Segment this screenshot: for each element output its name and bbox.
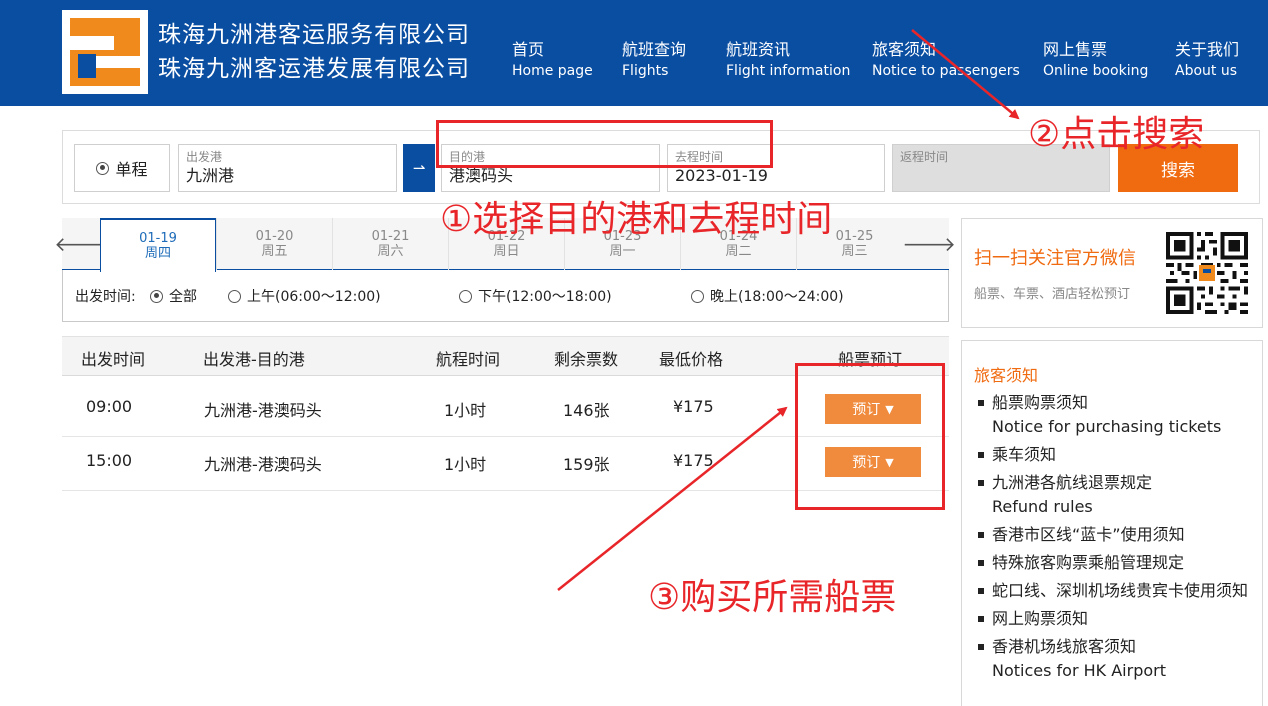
annotation-arrows <box>557 29 1020 591</box>
annotation-arrow-to-search <box>911 29 1020 120</box>
annotation-arrow-to-booking <box>557 406 788 591</box>
